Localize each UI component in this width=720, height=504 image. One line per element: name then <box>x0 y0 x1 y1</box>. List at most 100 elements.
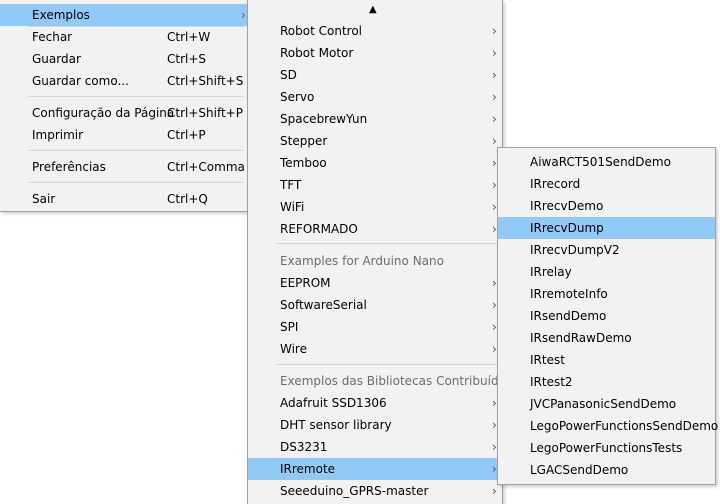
menu-item-label: AiwaRCT501SendDemo <box>530 155 671 169</box>
menu-item-example-selected[interactable]: IRrecvDump <box>498 217 715 239</box>
menu-item-label: SD <box>280 68 297 82</box>
menu-separator <box>276 364 498 365</box>
menu-item-label: IRrecvDemo <box>530 199 604 213</box>
menu-item-example[interactable]: IRrecvDemo <box>498 195 715 217</box>
menu-item-guardar-como[interactable]: Guardar como... Ctrl+Shift+S <box>0 70 248 92</box>
menu-item-shortcut: Ctrl+Q <box>167 192 208 206</box>
menu-item-label: IRremoteInfo <box>530 287 608 301</box>
examples-submenu: ▲ Robot Control › Robot Motor › SD › Ser… <box>247 0 512 504</box>
menu-item-imprimir[interactable]: Imprimir Ctrl+P <box>0 124 248 146</box>
menu-item-example[interactable]: LegoPowerFunctionsTests <box>498 437 715 459</box>
menu-item-wire[interactable]: Wire › <box>248 338 502 360</box>
menu-item-example[interactable]: AiwaRCT501SendDemo <box>498 151 715 173</box>
menu-item-label: DHT sensor library <box>280 418 392 432</box>
menu-item-label: Seeeduino_GPRS-master <box>280 484 429 498</box>
chevron-right-icon: › <box>492 24 497 38</box>
menu-item-ds3231[interactable]: DS3231 › <box>248 436 502 458</box>
menu-separator <box>28 182 244 183</box>
menu-item-irremote[interactable]: IRremote › <box>248 458 502 480</box>
menu-item-seeeduino-gprs-master[interactable]: Seeeduino_GPRS-master › <box>248 480 502 502</box>
menu-item-softwareserial[interactable]: SoftwareSerial › <box>248 294 502 316</box>
menu-item-label: WiFi <box>280 200 305 214</box>
chevron-right-icon: › <box>492 46 497 60</box>
menu-item-servo[interactable]: Servo › <box>248 86 502 108</box>
menu-item-shortcut: Ctrl+P <box>167 128 206 142</box>
menu-separator <box>28 150 244 151</box>
menu-item-example[interactable]: IRrecvDumpV2 <box>498 239 715 261</box>
menu-item-shortcut: Ctrl+Shift+S <box>167 74 244 88</box>
menu-item-label: IRsendRawDemo <box>530 331 632 345</box>
menu-separator <box>28 96 244 97</box>
menu-item-label: SoftwareSerial <box>280 298 367 312</box>
menu-item-label: IRrecvDumpV2 <box>530 243 620 257</box>
menu-item-robot-motor[interactable]: Robot Motor › <box>248 42 502 64</box>
menu-item-example[interactable]: IRrecord <box>498 173 715 195</box>
menu-item-tft[interactable]: TFT › <box>248 174 502 196</box>
menu-item-label: REFORMADO <box>280 222 358 236</box>
menu-item-label: IRrecord <box>530 177 581 191</box>
menu-item-reformado[interactable]: REFORMADO › <box>248 218 502 240</box>
menu-item-example[interactable]: IRsendRawDemo <box>498 327 715 349</box>
menu-item-label: Fechar <box>32 30 73 44</box>
menu-item-label: EEPROM <box>280 276 331 290</box>
menu-item-dht-sensor-library[interactable]: DHT sensor library › <box>248 414 502 436</box>
menu-item-configuracao-pagina[interactable]: Configuração da Página Ctrl+Shift+P <box>0 102 248 124</box>
irremote-submenu: AiwaRCT501SendDemo IRrecord IRrecvDemo I… <box>497 147 719 485</box>
menu-item-label: IRremote <box>280 462 336 476</box>
menu-item-label: Wire <box>280 342 307 356</box>
menu-item-spi[interactable]: SPI › <box>248 316 502 338</box>
menu-item-example[interactable]: IRsendDemo <box>498 305 715 327</box>
menu-item-robot-control[interactable]: Robot Control › <box>248 20 502 42</box>
section-header-nano: Examples for Arduino Nano <box>248 250 502 272</box>
menu-item-label: Robot Control <box>280 24 362 38</box>
menu-item-example[interactable]: IRtest2 <box>498 371 715 393</box>
menu-item-label: IRrecvDump <box>530 221 604 235</box>
menu-item-fechar[interactable]: Fechar Ctrl+W <box>0 26 248 48</box>
menu-item-label: Sair <box>32 192 56 206</box>
menu-item-stepper[interactable]: Stepper › <box>248 130 502 152</box>
menu-item-label: Adafruit SSD1306 <box>280 396 387 410</box>
menu-item-label: LGACSendDemo <box>530 463 629 477</box>
menu-item-sd[interactable]: SD › <box>248 64 502 86</box>
menu-item-label: IRtest <box>530 353 565 367</box>
menu-item-label: Preferências <box>32 160 106 174</box>
menu-item-label: Guardar <box>32 52 81 66</box>
menu-item-label: Guardar como... <box>32 74 129 88</box>
menu-item-shortcut: Ctrl+Shift+P <box>167 106 243 120</box>
menu-item-label: LegoPowerFunctionsSendDemo <box>530 419 719 433</box>
chevron-right-icon: › <box>492 90 497 104</box>
menu-item-example[interactable]: IRtest <box>498 349 715 371</box>
menu-item-temboo[interactable]: Temboo › <box>248 152 502 174</box>
menu-item-example[interactable]: IRremoteInfo <box>498 283 715 305</box>
menu-item-wifi[interactable]: WiFi › <box>248 196 502 218</box>
menu-item-label: JVCPanasonicSendDemo <box>530 397 677 411</box>
menu-item-example[interactable]: JVCPanasonicSendDemo <box>498 393 715 415</box>
file-menu: Exemplos › Fechar Ctrl+W Guardar Ctrl+S … <box>0 0 249 212</box>
menu-item-shortcut: Ctrl+W <box>167 30 211 44</box>
menu-item-exemplos[interactable]: Exemplos › <box>0 4 248 26</box>
menu-item-label: Configuração da Página <box>32 106 175 120</box>
chevron-right-icon: › <box>492 112 497 126</box>
menu-item-label: SpacebrewYun <box>280 112 368 126</box>
chevron-right-icon: › <box>492 68 497 82</box>
menu-item-shortcut: Ctrl+Comma <box>167 160 245 174</box>
menu-item-label: IRtest2 <box>530 375 573 389</box>
menu-item-adafruit-ssd1306[interactable]: Adafruit SSD1306 › <box>248 392 502 414</box>
section-header-label: Exemplos das Bibliotecas Contribuídas <box>280 374 513 388</box>
section-header-contributed: Exemplos das Bibliotecas Contribuídas <box>248 370 512 392</box>
menu-item-guardar[interactable]: Guardar Ctrl+S <box>0 48 248 70</box>
menu-item-example[interactable]: IRrelay <box>498 261 715 283</box>
menu-item-eeprom[interactable]: EEPROM › <box>248 272 502 294</box>
menu-item-sair[interactable]: Sair Ctrl+Q <box>0 188 248 210</box>
menu-item-label: Stepper <box>280 134 328 148</box>
menu-item-spacebrewyun[interactable]: SpacebrewYun › <box>248 108 502 130</box>
menu-item-example[interactable]: LGACSendDemo <box>498 459 715 481</box>
menu-item-label: Robot Motor <box>280 46 354 60</box>
menu-item-example[interactable]: LegoPowerFunctionsSendDemo <box>498 415 719 437</box>
menu-item-label: TFT <box>280 178 302 192</box>
menu-item-preferencias[interactable]: Preferências Ctrl+Comma <box>0 156 248 178</box>
scroll-up-arrow-icon[interactable]: ▲ <box>369 4 377 15</box>
menu-item-label: Exemplos <box>32 8 90 22</box>
menu-item-label: IRrelay <box>530 265 572 279</box>
menu-item-label: Temboo <box>280 156 327 170</box>
